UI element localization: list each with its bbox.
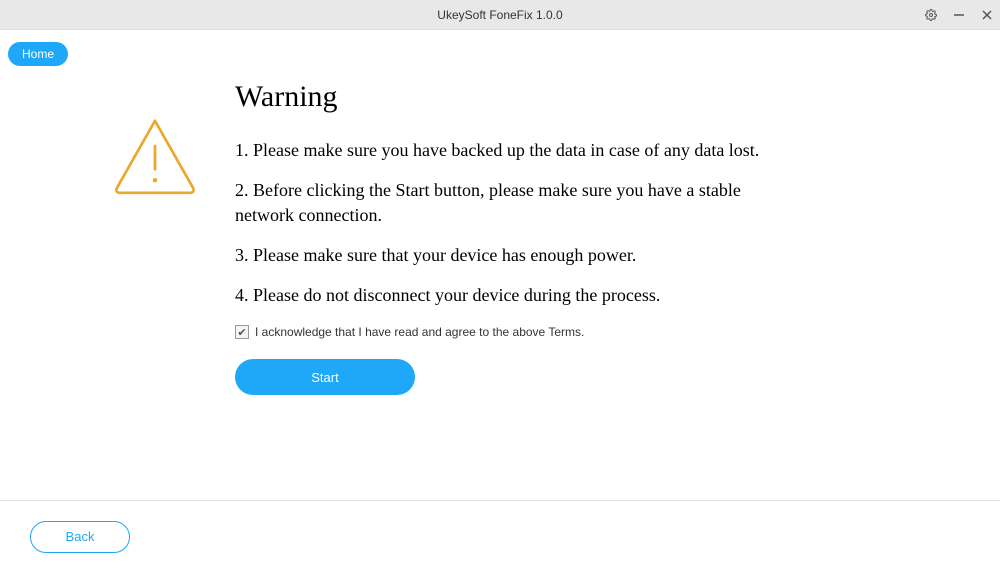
acknowledge-row: ✔ I acknowledge that I have read and agr… (235, 325, 800, 339)
settings-icon[interactable] (924, 8, 938, 22)
back-button[interactable]: Back (30, 521, 130, 553)
titlebar: UkeySoft FoneFix 1.0.0 (0, 0, 1000, 30)
window-controls (924, 0, 994, 30)
warning-line-2: 2. Before clicking the Start button, ple… (235, 178, 800, 227)
warning-triangle-icon (110, 110, 200, 395)
warning-text-column: Warning 1. Please make sure you have bac… (230, 80, 860, 395)
acknowledge-checkbox[interactable]: ✔ (235, 325, 249, 339)
warning-line-1: 1. Please make sure you have backed up t… (235, 138, 800, 162)
warning-heading: Warning (235, 80, 800, 114)
main-content: Warning 1. Please make sure you have bac… (0, 30, 1000, 500)
acknowledge-text: I acknowledge that I have read and agree… (255, 325, 584, 339)
start-button[interactable]: Start (235, 359, 415, 395)
footer: Back (0, 500, 1000, 572)
minimize-icon[interactable] (952, 8, 966, 22)
app-title: UkeySoft FoneFix 1.0.0 (437, 8, 562, 22)
warning-line-3: 3. Please make sure that your device has… (235, 243, 800, 267)
warning-line-4: 4. Please do not disconnect your device … (235, 283, 800, 307)
warning-icon-column (80, 80, 230, 395)
close-icon[interactable] (980, 8, 994, 22)
